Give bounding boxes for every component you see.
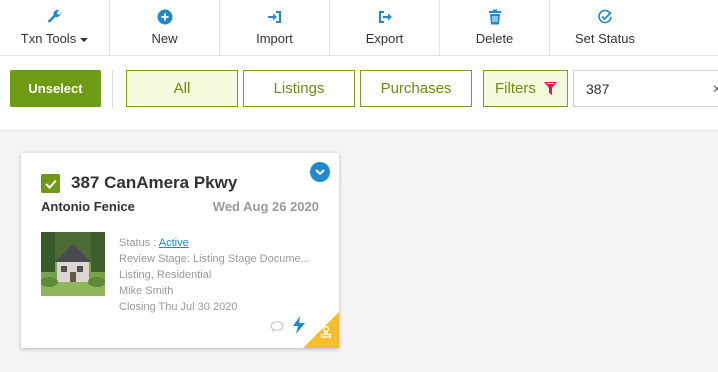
filter-bar: Unselect All Listings Purchases Filters … xyxy=(0,56,718,131)
wrench-icon xyxy=(46,8,64,26)
card-address[interactable]: 387 CanAmera Pkwy xyxy=(71,173,237,193)
review-stage: Review Stage: Listing Stage Docume... xyxy=(119,253,310,265)
divider xyxy=(112,70,113,108)
comment-icon[interactable] xyxy=(270,320,284,338)
import-icon xyxy=(266,8,284,26)
set-status-button[interactable]: Set Status xyxy=(550,0,660,55)
transaction-card[interactable]: 387 CanAmera Pkwy Antonio Fenice Wed Aug… xyxy=(21,153,339,348)
status-label: Status : xyxy=(119,237,157,249)
import-button[interactable]: Import xyxy=(220,0,330,55)
txn-tools-label: Txn Tools xyxy=(20,31,77,46)
check-circle-icon xyxy=(596,8,614,26)
secondary-agent: Mike Smith xyxy=(119,285,174,297)
delete-label: Delete xyxy=(475,31,514,46)
stamp-icon[interactable] xyxy=(319,325,333,344)
new-button[interactable]: New xyxy=(110,0,220,55)
txn-tools-button[interactable]: Txn Tools xyxy=(0,0,110,55)
status-link[interactable]: Active xyxy=(159,237,189,249)
export-label: Export xyxy=(365,31,404,46)
filters-label: Filters xyxy=(495,80,536,97)
unselect-button[interactable]: Unselect xyxy=(10,70,101,107)
card-date: Wed Aug 26 2020 xyxy=(212,199,319,214)
tab-listings[interactable]: Listings xyxy=(243,70,355,107)
card-checkbox[interactable] xyxy=(41,174,60,193)
expand-card-button[interactable] xyxy=(310,162,330,182)
clear-search-icon[interactable]: ✕ xyxy=(712,82,718,96)
plus-circle-icon xyxy=(156,8,174,26)
checkmark-icon xyxy=(44,179,57,189)
set-status-label: Set Status xyxy=(575,31,635,46)
card-agent: Antonio Fenice xyxy=(41,199,135,214)
export-button[interactable]: Export xyxy=(330,0,440,55)
property-photo[interactable] xyxy=(41,232,105,296)
filters-button[interactable]: Filters xyxy=(483,70,568,107)
toolbar: Txn Tools New Import Export Delete Set S… xyxy=(0,0,718,56)
delete-button[interactable]: Delete xyxy=(440,0,550,55)
new-label: New xyxy=(151,31,178,46)
tab-all[interactable]: All xyxy=(126,70,238,107)
tab-purchases[interactable]: Purchases xyxy=(360,70,472,107)
caret-down-icon xyxy=(80,37,89,42)
trash-icon xyxy=(486,8,504,26)
filter-icon xyxy=(543,81,557,96)
export-icon xyxy=(376,8,394,26)
card-details: Status : Active Review Stage: Listing St… xyxy=(119,235,319,315)
search-input[interactable] xyxy=(573,70,718,107)
closing-date: Closing Thu Jul 30 2020 xyxy=(119,301,238,313)
listing-type: Listing, Residential xyxy=(119,269,212,281)
import-label: Import xyxy=(256,31,293,46)
chevron-down-icon xyxy=(315,168,325,175)
